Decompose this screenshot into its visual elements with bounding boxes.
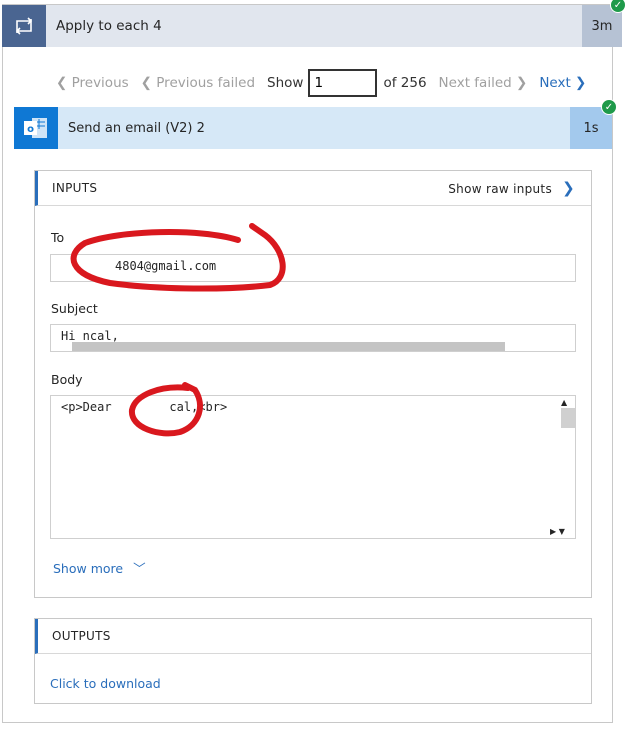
red-annotation-marks — [70, 223, 286, 437]
